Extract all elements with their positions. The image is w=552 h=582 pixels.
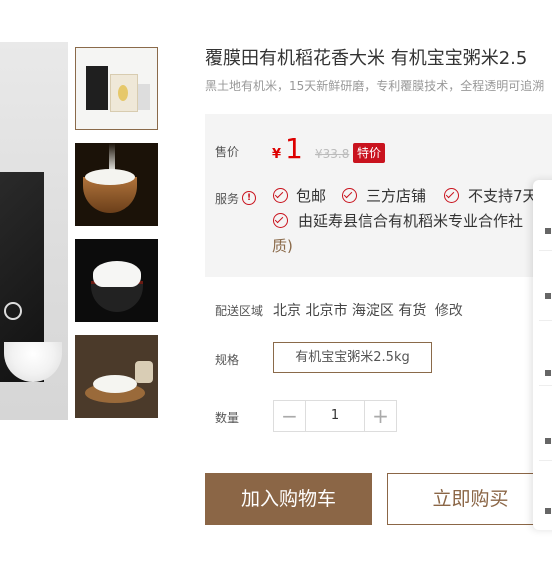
add-to-cart-button[interactable]: 加入购物车 <box>205 473 372 525</box>
quantity-input[interactable]: 1 <box>305 401 365 431</box>
thumbnail-rice-spoon[interactable] <box>75 143 158 226</box>
check-circle-icon <box>444 188 459 203</box>
service-item-no-return: 不支持7天 <box>468 187 538 205</box>
thumbnail-rice-bowl[interactable] <box>75 239 158 322</box>
check-circle-icon <box>273 213 288 228</box>
price-value: 1 <box>285 132 303 165</box>
service-item-free-shipping: 包邮 <box>296 187 327 205</box>
service-item-shipper: 由延寿县信合有机稻米专业合作社 <box>298 212 524 230</box>
service-continuation: 质) <box>272 237 293 255</box>
check-circle-icon <box>273 188 288 203</box>
thumbnail-rice-plate[interactable] <box>75 335 158 418</box>
service-label: 服务 <box>215 192 240 206</box>
product-title: 覆膜田有机稻花香大米 有机宝宝粥米2.5 <box>205 48 528 69</box>
info-icon[interactable]: ! <box>242 191 256 205</box>
original-price: ¥33.8 <box>315 147 350 161</box>
main-product-image <box>0 42 68 420</box>
plus-button[interactable]: + <box>365 401 396 431</box>
currency-symbol: ¥ <box>272 147 282 162</box>
buy-now-button[interactable]: 立即购买 <box>387 473 552 525</box>
stock-status: 有货 <box>398 303 427 319</box>
delivery-info: 北京 北京市 海淀区 有货 修改 <box>273 300 463 320</box>
product-subtitle: 黑土地有机米，15天新鲜研磨，专利覆膜技术，全程透明可追溯 <box>205 79 545 93</box>
floating-side-toolbar[interactable] <box>533 180 552 530</box>
minus-button[interactable]: − <box>274 401 305 431</box>
price-label: 售价 <box>215 145 240 159</box>
spec-option-selected[interactable]: 有机宝宝粥米2.5kg <box>273 342 432 373</box>
check-circle-icon <box>342 188 357 203</box>
service-item-third-party: 三方店铺 <box>366 187 427 205</box>
delivery-location[interactable]: 北京 北京市 海淀区 <box>273 303 394 319</box>
sale-badge: 特价 <box>353 143 386 163</box>
spec-label: 规格 <box>215 353 240 367</box>
modify-link[interactable]: 修改 <box>435 303 463 319</box>
quantity-label: 数量 <box>215 411 240 425</box>
quantity-stepper: − 1 + <box>273 400 397 432</box>
delivery-label: 配送区域 <box>215 304 264 318</box>
thumbnail-package[interactable] <box>75 47 158 130</box>
